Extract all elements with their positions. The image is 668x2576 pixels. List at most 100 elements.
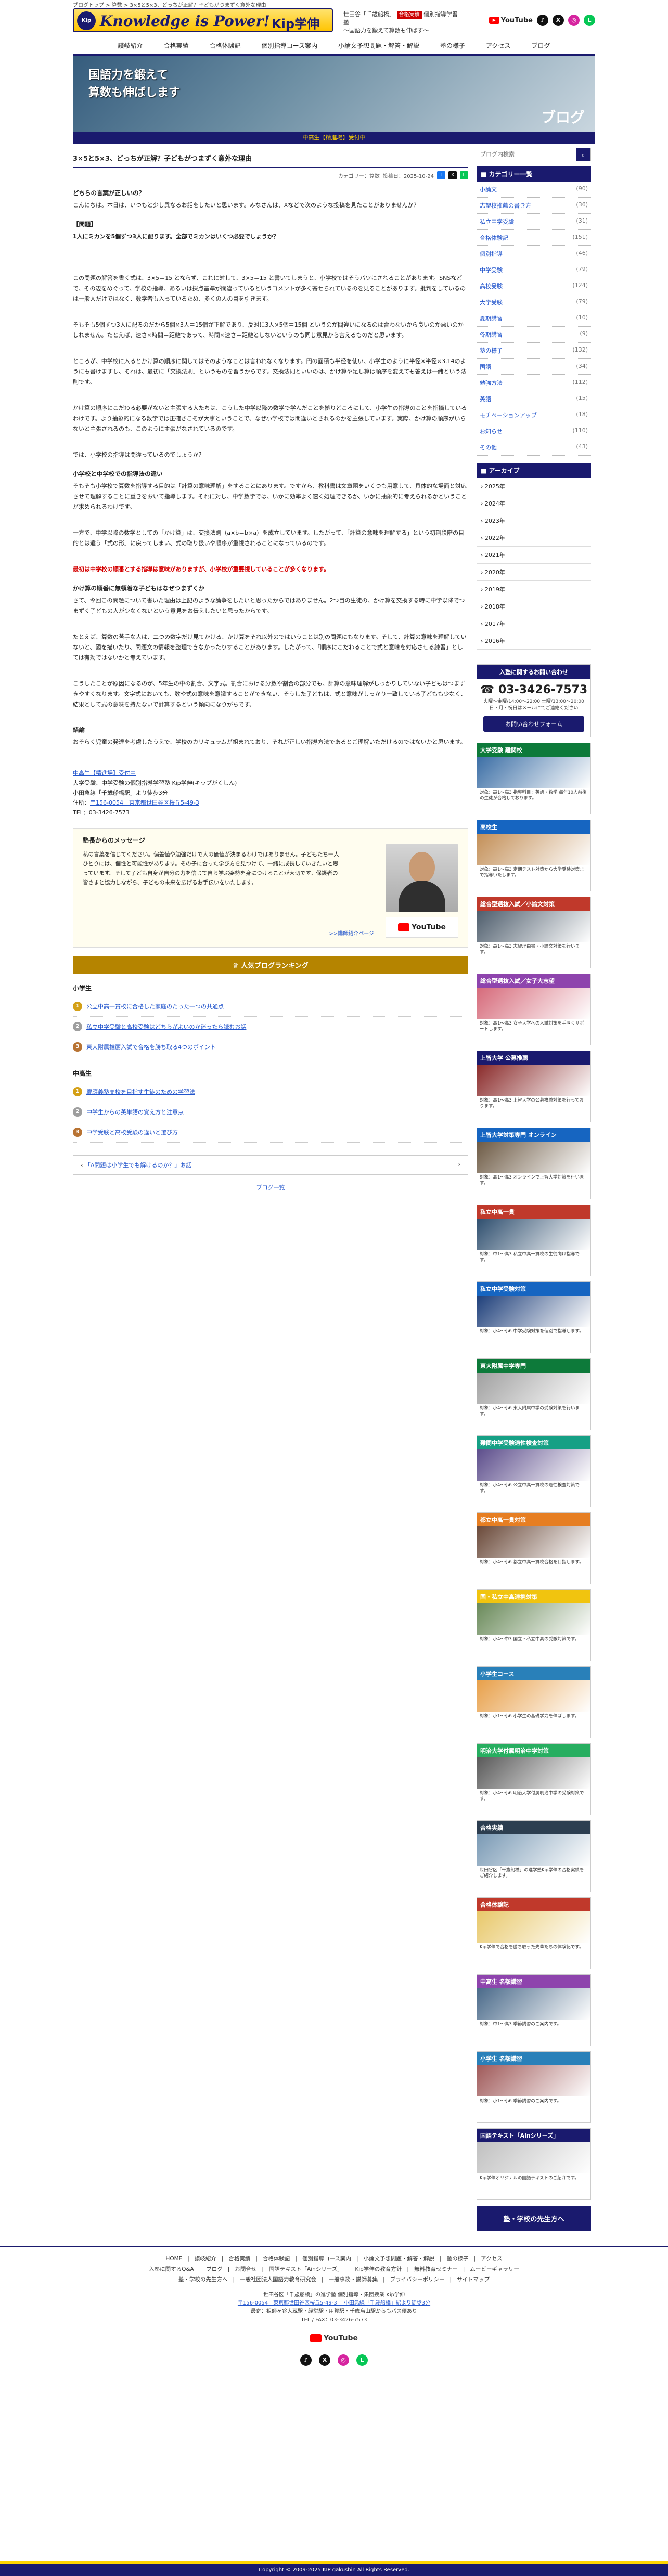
promo-card[interactable]: 国・私立中高連携対策 対象：小4〜中3 国立・私立中高の受験対策です。: [477, 1589, 591, 1661]
category-item[interactable]: 大学受験 (79): [477, 294, 591, 310]
teachers-cta-button[interactable]: 塾・学校の先生方へ: [477, 2206, 591, 2231]
promo-card[interactable]: 合格体験記 Kip学伸で合格を勝ち取った先輩たちの体験記です。: [477, 1897, 591, 1969]
footer-youtube-link[interactable]: YouTube: [305, 2329, 363, 2347]
category-item[interactable]: 個別指導 (46): [477, 246, 591, 262]
nav-item-7[interactable]: ブログ: [521, 36, 560, 54]
school-link[interactable]: 中高生【精進場】受付中: [73, 768, 468, 778]
category-item[interactable]: モチベーションアップ (18): [477, 407, 591, 423]
search-input[interactable]: [477, 148, 576, 161]
promo-card[interactable]: 上智大学 公募推薦 対象：高1〜高3 上智大学の公募推薦対策を行っております。: [477, 1051, 591, 1122]
footer-addr2[interactable]: 〒156-0054 東京都世田谷区桜丘5-49-3 小田急線「千歳船橋」駅より徒…: [73, 2299, 595, 2308]
footer-link[interactable]: 塾の様子: [447, 2256, 469, 2262]
promo-card[interactable]: 合格実績 世田谷区「千歳船橋」の進学塾Kip学伸の合格実績をご紹介します。: [477, 1820, 591, 1892]
contact-form-button[interactable]: お問い合わせフォーム: [483, 716, 584, 732]
footer-link[interactable]: プライバシーポリシー: [390, 2276, 445, 2283]
category-item[interactable]: 冬期講習 (9): [477, 327, 591, 343]
footer-link[interactable]: 合格体験記: [263, 2256, 290, 2262]
ranking-item[interactable]: 3 東大附属推薦入試で合格を勝ち取る4つのポイント: [73, 1037, 468, 1057]
banner-bottom-link[interactable]: 中高生【精進場】受付中: [303, 134, 366, 141]
footer-link[interactable]: 無料教育セミナー: [414, 2266, 458, 2272]
promo-card[interactable]: 小学生コース 対象：小1〜小6 小学生の基礎学力を伸ばします。: [477, 1666, 591, 1738]
footer-link[interactable]: ブログ: [206, 2266, 223, 2272]
category-item[interactable]: お知らせ (110): [477, 423, 591, 439]
ranking-item[interactable]: 2 中学生からの英単語の覚え方と注意点: [73, 1102, 468, 1122]
archive-item[interactable]: › 2023年: [477, 512, 591, 529]
nav-item-1[interactable]: 合格実績: [153, 36, 199, 54]
ranking-item[interactable]: 1 慶應義塾高校を目指す生徒のための学習法: [73, 1082, 468, 1102]
promo-card[interactable]: 高校生 対象：高1〜高3 定期テスト対策から大学受験対策まで指導いたします。: [477, 820, 591, 891]
search-icon[interactable]: ⌕: [576, 148, 590, 161]
line-icon[interactable]: L: [584, 15, 595, 26]
ranking-item[interactable]: 2 私立中学受験と高校受験はどちらがよいのか迷ったら読むお話: [73, 1017, 468, 1037]
category-item[interactable]: 高校受験 (124): [477, 278, 591, 294]
footer-link[interactable]: 讃岐紹介: [195, 2256, 216, 2262]
archive-item[interactable]: › 2018年: [477, 598, 591, 615]
footer-link[interactable]: アクセス: [481, 2256, 502, 2262]
prev-post-link[interactable]: ‹ 「A問題は小学生でも解けるのか？」お話: [81, 1161, 191, 1169]
message-youtube-link[interactable]: YouTube: [386, 917, 458, 938]
promo-card[interactable]: 難関中学受験適性検査対策 対象：小4〜小6 公立中高一貫校の適性検査対策です。: [477, 1435, 591, 1507]
youtube-link[interactable]: ▶ YouTube: [489, 17, 533, 24]
category-item[interactable]: 志望校推薦の書き方 (36): [477, 198, 591, 214]
promo-card[interactable]: 私立中学受験対策 対象：小4〜小6 中学受験対策を個別で指導します。: [477, 1281, 591, 1353]
line-share-icon[interactable]: L: [460, 171, 468, 179]
footer-link[interactable]: サイトマップ: [457, 2276, 490, 2283]
blog-list-link[interactable]: ブログ一覧: [73, 1183, 468, 1192]
promo-card[interactable]: 私立中高一貫 対象：中1〜高3 私立中高一貫校の生徒向け指導です。: [477, 1205, 591, 1276]
x-share-icon[interactable]: X: [448, 171, 457, 179]
facebook-share-icon[interactable]: f: [437, 171, 445, 179]
promo-card[interactable]: 国語テキスト「Ainシリーズ」 Kip学伸オリジナルの国語テキストのご紹介です。: [477, 2128, 591, 2200]
footer-link[interactable]: 個別指導コース案内: [302, 2256, 351, 2262]
footer-link[interactable]: 塾・学校の先生方へ: [178, 2276, 228, 2283]
archive-item[interactable]: › 2019年: [477, 581, 591, 598]
nav-item-0[interactable]: 讃岐紹介: [108, 36, 153, 54]
archive-item[interactable]: › 2017年: [477, 615, 591, 632]
line-icon[interactable]: L: [356, 2354, 368, 2366]
footer-link[interactable]: 入塾に関するQ&A: [149, 2266, 194, 2272]
next-post-link[interactable]: ›: [458, 1161, 460, 1169]
promo-card[interactable]: 東大附属中学専門 対象：小4〜小6 東大附属中学の受験対策を行います。: [477, 1358, 591, 1430]
archive-item[interactable]: › 2024年: [477, 495, 591, 512]
nav-item-2[interactable]: 合格体験記: [199, 36, 251, 54]
archive-item[interactable]: › 2016年: [477, 632, 591, 650]
tiktok-icon[interactable]: ♪: [300, 2354, 312, 2366]
x-icon[interactable]: X: [319, 2354, 330, 2366]
instagram-icon[interactable]: ◎: [338, 2354, 349, 2366]
footer-link[interactable]: ムービーギャラリー: [470, 2266, 519, 2272]
archive-item[interactable]: › 2021年: [477, 547, 591, 564]
footer-link[interactable]: 一般社団法人国語力教育研究会: [240, 2276, 316, 2283]
instagram-icon[interactable]: ◎: [568, 15, 580, 26]
promo-card[interactable]: 総合型選抜入試／女子大志望 対象：高1〜高3 女子大学への入試対策を手厚くサポート…: [477, 974, 591, 1045]
archive-item[interactable]: › 2022年: [477, 529, 591, 547]
ranking-item[interactable]: 1 公立中高一貫校に合格した家庭のたった一つの共通点: [73, 996, 468, 1017]
contact-tel[interactable]: ☎ 03-3426-7573: [477, 679, 590, 698]
ranking-item[interactable]: 3 中学受験と高校受験の違いと選び方: [73, 1122, 468, 1143]
promo-card[interactable]: 中高生 名額講習 対象：中1〜高3 季節講習のご案内です。: [477, 1974, 591, 2046]
category-item[interactable]: その他 (43): [477, 439, 591, 456]
nav-item-3[interactable]: 個別指導コース案内: [251, 36, 328, 54]
promo-card[interactable]: 大学受験 難関校 対象：高1〜高3 指導科目：英語・数学 毎年10人前後の生徒が合…: [477, 743, 591, 814]
footer-link[interactable]: 合格実績: [228, 2256, 250, 2262]
footer-link[interactable]: 一般事務・講師募集: [329, 2276, 378, 2283]
category-item[interactable]: 英語 (15): [477, 391, 591, 407]
footer-link[interactable]: 小論文予想問題・解答・解説: [364, 2256, 435, 2262]
footer-link[interactable]: 国語テキスト「Ainシリーズ」: [269, 2266, 343, 2272]
x-icon[interactable]: X: [553, 15, 564, 26]
promo-card[interactable]: 都立中高一貫対策 対象：小4〜小6 都立中高一貫校合格を目指します。: [477, 1512, 591, 1584]
category-item[interactable]: 合格体験記 (151): [477, 230, 591, 246]
promo-card[interactable]: 小学生 名額講習 対象：小1〜小6 季節講習のご案内です。: [477, 2051, 591, 2123]
category-item[interactable]: 私立中学受験 (31): [477, 214, 591, 230]
promo-card[interactable]: 明治大学付属明治中学対策 対象：小4〜小6 明治大学付属明治中学の受験対策です。: [477, 1743, 591, 1815]
promo-card[interactable]: 総合型選抜入試／小論文対策 対象：高1〜高3 志望理由書・小論文対策を行います。: [477, 897, 591, 968]
promo-card[interactable]: 上智大学対策専門 オンライン 対象：高1〜高3 オンラインで上智大学対策を行います…: [477, 1128, 591, 1199]
article-category[interactable]: カテゴリー：算数: [338, 172, 380, 179]
tiktok-icon[interactable]: ♪: [537, 15, 548, 26]
category-item[interactable]: 夏期講習 (10): [477, 310, 591, 327]
category-item[interactable]: 勉強方法 (112): [477, 375, 591, 391]
nav-item-4[interactable]: 小論文予想問題・解答・解説: [328, 36, 430, 54]
category-item[interactable]: 塾の様子 (132): [477, 343, 591, 359]
category-item[interactable]: 中学受験 (79): [477, 262, 591, 278]
archive-item[interactable]: › 2025年: [477, 478, 591, 495]
footer-link[interactable]: HOME: [165, 2256, 182, 2262]
nav-item-6[interactable]: アクセス: [476, 36, 521, 54]
